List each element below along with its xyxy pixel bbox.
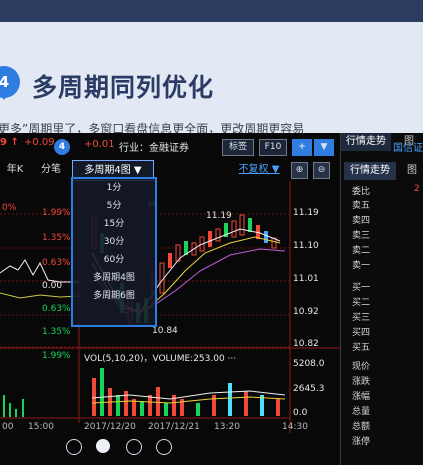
ratio-value: 2 xyxy=(414,184,420,194)
tab-chart-2[interactable]: 图 xyxy=(402,162,422,180)
left-time-1: 00 xyxy=(2,422,14,432)
left-top-percent: 0% xyxy=(2,203,17,213)
row-volume: 总量 xyxy=(352,407,371,417)
high-price-label: 11.19 xyxy=(206,211,232,221)
row-buy-1: 买一 xyxy=(352,283,371,293)
date-label-1: 2017/12/20 xyxy=(84,422,136,432)
row-buy-2: 买二 xyxy=(352,298,371,308)
carousel-dot-3[interactable] xyxy=(126,439,142,455)
period-option-5min[interactable]: 5分 xyxy=(73,197,155,215)
row-sell-2: 卖二 xyxy=(352,246,371,256)
period-option-1min[interactable]: 1分 xyxy=(73,179,155,197)
time-label-1: 13:20 xyxy=(214,422,240,432)
carousel-dot-2[interactable] xyxy=(96,439,110,453)
left-pct-4: 0.00 xyxy=(42,281,63,291)
left-pct-7: 1.99% xyxy=(42,351,71,361)
y-tick-1: 11.19 xyxy=(293,208,319,218)
carousel-dot-1[interactable] xyxy=(66,439,82,455)
tab-market-trend-active[interactable]: 行情走势 xyxy=(344,162,396,180)
row-wei-bi: 委比 xyxy=(352,187,371,197)
row-change: 涨跌 xyxy=(352,377,371,387)
y-tick-5: 10.82 xyxy=(293,339,319,349)
row-price: 现价 xyxy=(352,362,371,372)
period-dropdown-menu: 1分 5分 15分 30分 60分 多周期4图 多周期6图 xyxy=(71,177,157,327)
y-tick-3: 11.01 xyxy=(293,274,319,284)
trading-screenshot: 9 ↑ +0.09 4 +0.01 行业：金融证券 标签 F10 + ▼ 年K … xyxy=(0,133,423,465)
period-option-30min[interactable]: 30分 xyxy=(73,233,155,251)
left-pct-6: 1.35% xyxy=(42,327,71,337)
chart-canvas xyxy=(0,181,340,433)
carousel-dot-4[interactable] xyxy=(156,439,172,455)
left-time-2: 15:00 xyxy=(28,422,54,432)
low-price-label: 10.84 xyxy=(152,326,178,336)
badge-pointer xyxy=(0,92,10,100)
row-sell-5: 卖五 xyxy=(352,201,371,211)
left-pct-2: 1.35% xyxy=(42,233,71,243)
row-buy-4: 买四 xyxy=(352,328,371,338)
period-option-multi-6[interactable]: 多周期6图 xyxy=(73,287,155,305)
vol-tick-3: 0.0 xyxy=(293,408,308,418)
tab-chart[interactable]: 图 xyxy=(399,133,419,151)
left-pct-3: 0.63% xyxy=(42,258,71,268)
y-tick-2: 11.10 xyxy=(293,241,319,251)
tab-market-trend[interactable]: 行情走势 xyxy=(341,133,391,151)
period-option-multi-4[interactable]: 多周期4图 xyxy=(73,269,155,287)
time-label-2: 14:30 xyxy=(282,422,308,432)
left-pct-1: 1.99% xyxy=(42,208,71,218)
row-sell-3: 卖三 xyxy=(352,231,371,241)
feature-header: 4 多周期同列优化 更多”周期里了，多窗口看盘信息更全面，更改周期更容易 xyxy=(0,22,423,136)
feature-title: 多周期同列优化 xyxy=(32,73,215,102)
quote-panel-tabs: 行情走势 图 xyxy=(340,162,423,180)
row-change-pct: 涨幅 xyxy=(352,392,371,402)
period-option-15min[interactable]: 15分 xyxy=(73,215,155,233)
row-sell-4: 卖四 xyxy=(352,216,371,226)
row-buy-3: 买三 xyxy=(352,313,371,323)
row-amount: 总额 xyxy=(352,422,371,432)
vol-tick-1: 5208.0 xyxy=(293,359,325,369)
left-pct-5: 0.63% xyxy=(42,304,71,314)
row-limit-up: 涨停 xyxy=(352,437,371,447)
row-sell-1: 卖一 xyxy=(352,261,371,271)
vol-tick-2: 2645.3 xyxy=(293,384,325,394)
y-tick-4: 10.92 xyxy=(293,307,319,317)
carousel-dots xyxy=(66,439,176,455)
row-buy-5: 买五 xyxy=(352,343,371,353)
top-band xyxy=(0,0,423,22)
volume-label: VOL(5,10,20)，VOLUME:253.00 ··· xyxy=(84,354,237,364)
period-option-60min[interactable]: 60分 xyxy=(73,251,155,269)
date-label-2: 2017/12/21 xyxy=(148,422,200,432)
